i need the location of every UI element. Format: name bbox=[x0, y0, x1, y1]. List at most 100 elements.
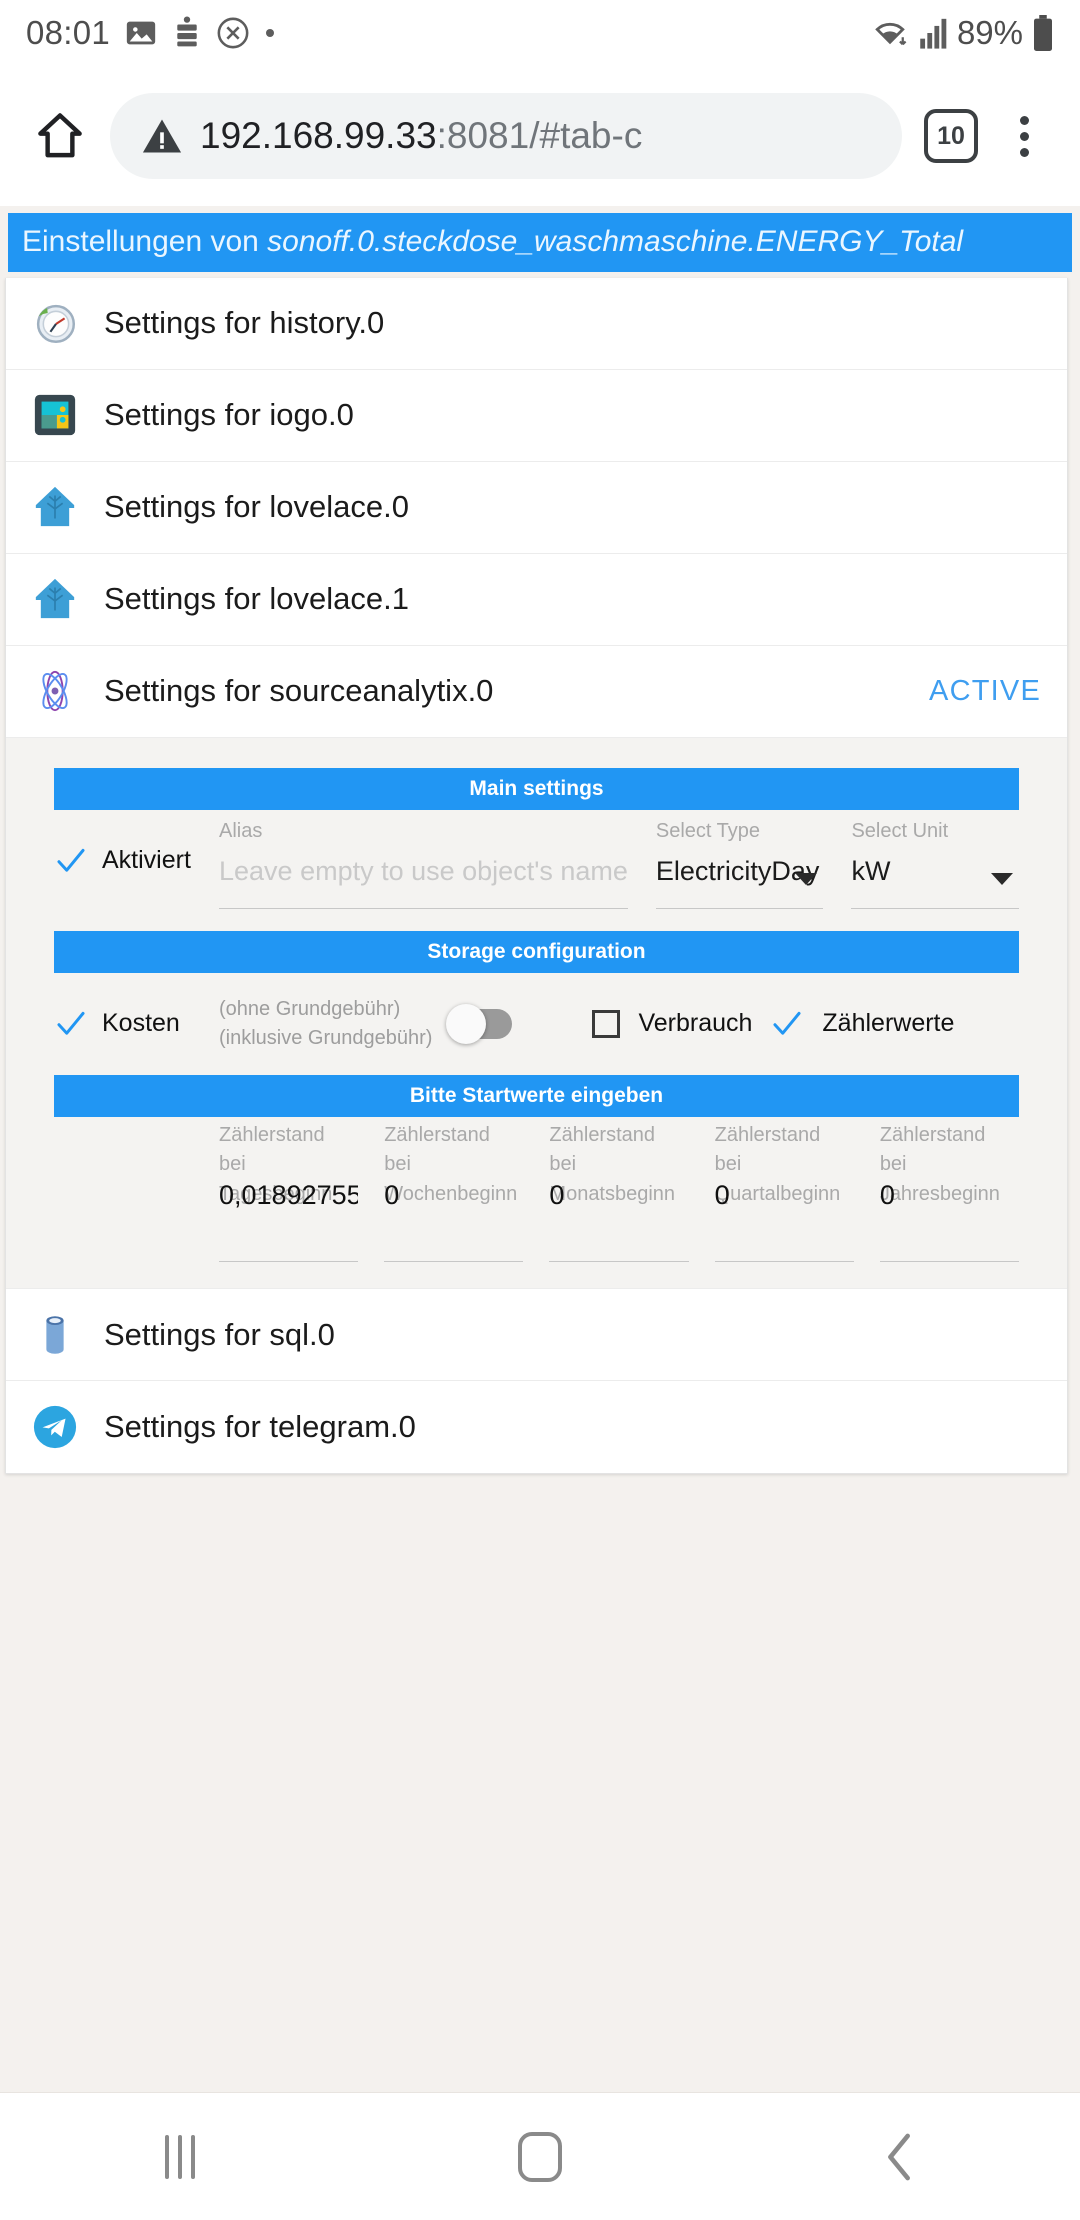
select-unit-underline bbox=[851, 907, 1020, 909]
phone-screen: 08:01 89% 192.168.99.33:8081/#tab-c 10 E… bbox=[0, 0, 1080, 2220]
field-underline bbox=[549, 1261, 689, 1263]
cancel-circle-icon bbox=[216, 16, 250, 50]
zaehlerstand-tagesbeginn-input[interactable]: 0,0189275558 bbox=[219, 1180, 358, 1211]
three-dot-menu-icon[interactable] bbox=[996, 115, 1052, 157]
section-header-startwerte: Bitte Startwerte eingeben bbox=[54, 1074, 1019, 1117]
address-bar[interactable]: 192.168.99.33:8081/#tab-c bbox=[110, 93, 902, 179]
zaehlerstand-quartalbeginn-input[interactable]: 0 bbox=[715, 1180, 854, 1211]
zaehlerstand-jahresbeginn-field[interactable]: Zählerstand bei Jahresbeginn 0 bbox=[879, 1121, 1020, 1263]
page-title-object: sonoff.0.steckdose_waschmaschine.ENERGY_… bbox=[267, 225, 964, 258]
home-pill-icon[interactable] bbox=[460, 2093, 620, 2220]
recents-icon[interactable] bbox=[100, 2093, 260, 2220]
web-page-content: Einstellungen von sonoff.0.steckdose_was… bbox=[0, 206, 1080, 2092]
wifi-icon bbox=[871, 16, 909, 50]
list-item-label: Settings for sourceanalytix.0 bbox=[104, 673, 494, 708]
status-clock: 08:01 bbox=[26, 14, 111, 51]
aktiviert-checkbox[interactable]: Aktiviert bbox=[54, 814, 219, 878]
home-icon[interactable] bbox=[28, 104, 92, 168]
zaehlerstand-quartalbeginn-field[interactable]: Zählerstand bei Quartalbeginn 0 bbox=[714, 1121, 854, 1263]
database-cylinder-icon bbox=[32, 1312, 78, 1358]
kosten-label: Kosten bbox=[102, 1009, 180, 1037]
section-header-storage-configuration: Storage configuration bbox=[54, 930, 1019, 973]
android-nav-bar bbox=[0, 2092, 1080, 2220]
url-text: 192.168.99.33:8081/#tab-c bbox=[200, 115, 642, 157]
main-settings-row: Aktiviert Alias Leave empty to use objec… bbox=[54, 814, 1020, 909]
adapter-settings-card: Settings for history.0 Settings for iogo… bbox=[5, 277, 1068, 1475]
list-item-label: Settings for lovelace.1 bbox=[104, 581, 410, 616]
main-settings-group: Aktiviert Alias Leave empty to use objec… bbox=[6, 814, 1067, 909]
status-right-cluster: 89% bbox=[871, 14, 1054, 52]
zaehlerwerte-checkbox[interactable] bbox=[770, 1007, 804, 1041]
list-item-sourceanalytix[interactable]: Settings for sourceanalytix.0 ACTIVE bbox=[6, 645, 1067, 738]
toggle-knob bbox=[446, 1003, 487, 1044]
back-chevron-icon[interactable] bbox=[820, 2093, 980, 2220]
aktiviert-label: Aktiviert bbox=[102, 846, 191, 874]
list-item[interactable]: Settings for telegram.0 bbox=[6, 1381, 1067, 1474]
field-underline bbox=[384, 1261, 524, 1263]
chevron-down-icon[interactable] bbox=[991, 872, 1014, 885]
warning-triangle-icon bbox=[140, 114, 184, 158]
list-item-label: Settings for lovelace.0 bbox=[104, 489, 410, 524]
tab-switcher-button[interactable]: 10 bbox=[924, 109, 978, 163]
alias-field[interactable]: Alias Leave empty to use object's name bbox=[219, 814, 628, 909]
startwerte-group: Zählerstand bei Tagesbeginn 0,0189275558… bbox=[6, 1121, 1067, 1263]
zaehlerstand-jahresbeginn-input[interactable]: 0 bbox=[880, 1180, 1019, 1211]
zaehlerstand-tagesbeginn-field[interactable]: Zählerstand bei Tagesbeginn 0,0189275558 bbox=[219, 1121, 359, 1263]
list-item[interactable]: Settings for history.0 bbox=[6, 277, 1067, 370]
list-item-label: Settings for sql.0 bbox=[104, 1316, 335, 1352]
zaehlerstand-monatsbeginn-field[interactable]: Zählerstand bei Monatsbeginn 0 bbox=[549, 1121, 689, 1263]
telegram-paperplane-icon bbox=[32, 1404, 78, 1450]
startwerte-left-spacer bbox=[54, 1121, 219, 1263]
storage-row: Kosten (ohne Grundgebühr) (inklusive Gru… bbox=[54, 995, 1019, 1053]
url-path: :8081/#tab-c bbox=[436, 115, 643, 156]
alias-label: Alias bbox=[219, 819, 263, 842]
list-item-label: Settings for iogo.0 bbox=[104, 397, 354, 432]
lovelace-house-icon bbox=[32, 484, 78, 530]
zaehlerstand-wochenbeginn-field[interactable]: Zählerstand bei Wochenbeginn 0 bbox=[384, 1121, 524, 1263]
field-underline bbox=[879, 1261, 1020, 1263]
select-type-field[interactable]: Select Type ElectricityDay bbox=[655, 814, 824, 909]
field-underline bbox=[714, 1261, 854, 1263]
browser-toolbar: 192.168.99.33:8081/#tab-c 10 bbox=[0, 66, 1080, 206]
list-item[interactable]: Settings for lovelace.1 bbox=[6, 553, 1067, 646]
startwerte-row: Zählerstand bei Tagesbeginn 0,0189275558… bbox=[54, 1121, 1020, 1263]
grundgebuehr-toggle[interactable] bbox=[446, 1003, 513, 1044]
image-icon bbox=[124, 16, 158, 50]
list-item[interactable]: Settings for lovelace.0 bbox=[6, 461, 1067, 554]
chevron-down-icon[interactable] bbox=[795, 872, 818, 885]
dot-icon bbox=[264, 27, 276, 39]
clock-history-icon bbox=[32, 300, 78, 346]
signal-icon bbox=[918, 16, 948, 50]
section-header-main-settings: Main settings bbox=[54, 767, 1019, 810]
page-title: Einstellungen von sonoff.0.steckdose_was… bbox=[8, 213, 1072, 272]
alias-input[interactable]: Leave empty to use object's name bbox=[219, 856, 628, 894]
zaehlerstand-monatsbeginn-input[interactable]: 0 bbox=[549, 1180, 688, 1211]
kosten-checkbox[interactable]: Kosten bbox=[54, 1007, 219, 1041]
status-left-cluster: 08:01 bbox=[26, 14, 276, 52]
select-unit-label: Select Unit bbox=[851, 819, 949, 842]
list-item-label: Settings for history.0 bbox=[104, 305, 385, 340]
page-title-prefix: Einstellungen von bbox=[22, 225, 268, 258]
storage-options: Verbrauch Zählerwerte bbox=[592, 1007, 954, 1041]
sparkasse-icon bbox=[172, 16, 202, 50]
list-item[interactable]: Settings for iogo.0 bbox=[6, 369, 1067, 462]
iogo-app-icon bbox=[32, 392, 78, 438]
sourceanalytix-settings-panel: Main settings Aktiviert Alias Leave empt… bbox=[6, 737, 1067, 1290]
grundgebuehr-on-label: (inklusive Grundgebühr) bbox=[219, 1026, 433, 1049]
url-host: 192.168.99.33 bbox=[200, 115, 437, 156]
verbrauch-label: Verbrauch bbox=[638, 1009, 753, 1037]
battery-percent: 89% bbox=[956, 14, 1023, 51]
battery-icon bbox=[1032, 15, 1054, 52]
alias-underline bbox=[219, 907, 628, 909]
zaehlerwerte-label: Zählerwerte bbox=[822, 1009, 955, 1037]
atom-icon bbox=[32, 668, 78, 714]
list-item[interactable]: Settings for sql.0 bbox=[6, 1289, 1067, 1382]
select-unit-field[interactable]: Select Unit kW bbox=[851, 814, 1020, 909]
zaehlerstand-wochenbeginn-input[interactable]: 0 bbox=[384, 1180, 523, 1211]
grundgebuehr-toggle-group[interactable]: (ohne Grundgebühr) (inklusive Grundgebüh… bbox=[219, 995, 513, 1053]
status-badge-active: ACTIVE bbox=[929, 674, 1041, 707]
grundgebuehr-off-label: (ohne Grundgebühr) bbox=[219, 997, 401, 1020]
select-type-underline bbox=[655, 907, 824, 909]
grundgebuehr-labels: (ohne Grundgebühr) (inklusive Grundgebüh… bbox=[219, 995, 432, 1053]
verbrauch-checkbox[interactable] bbox=[592, 1009, 621, 1038]
